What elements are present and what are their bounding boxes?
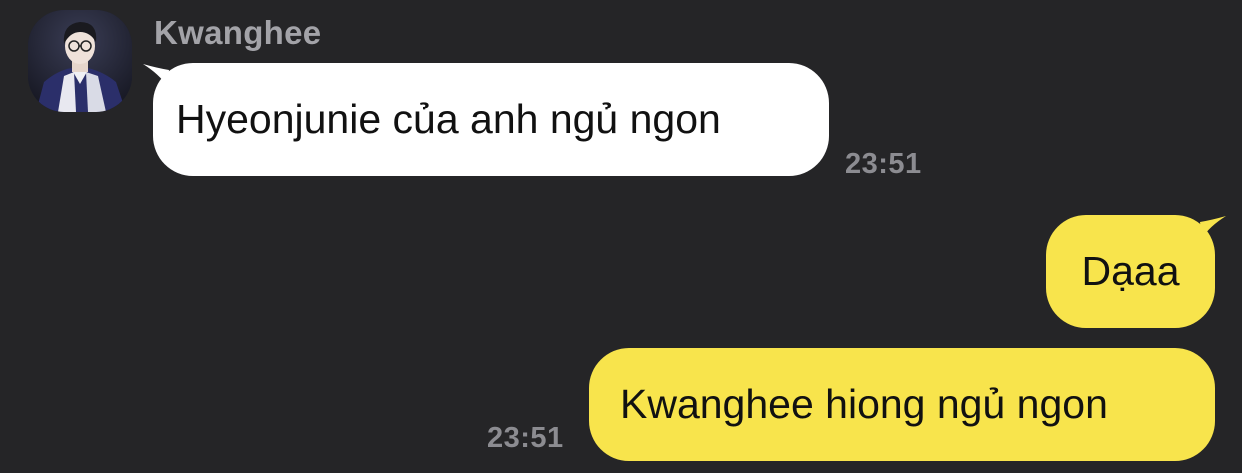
- outgoing-message-text: Kwanghee hiong ngủ ngon: [620, 381, 1108, 427]
- outgoing-message-time: 23:51: [487, 422, 564, 454]
- incoming-message-bubble[interactable]: Hyeonjunie của anh ngủ ngon: [153, 63, 829, 176]
- outgoing-message-bubble[interactable]: Dạaa: [1046, 215, 1215, 328]
- profile-photo-icon: [28, 10, 132, 112]
- outgoing-message-text: Dạaa: [1081, 248, 1180, 294]
- sender-name: Kwanghee: [154, 14, 322, 51]
- incoming-message-text: Hyeonjunie của anh ngủ ngon: [176, 96, 721, 142]
- incoming-message-time: 23:51: [845, 148, 922, 180]
- avatar[interactable]: [28, 10, 132, 112]
- outgoing-message-bubble[interactable]: Kwanghee hiong ngủ ngon: [589, 348, 1215, 461]
